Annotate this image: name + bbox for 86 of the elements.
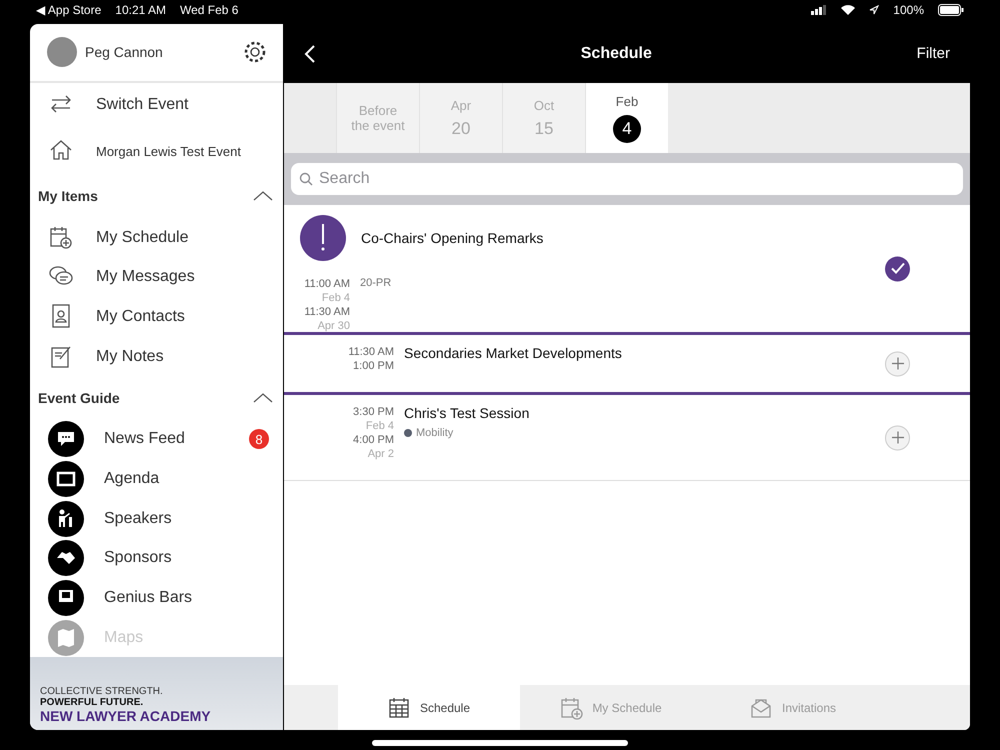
user-name: Peg Cannon [85, 44, 164, 60]
genius-icon [48, 580, 84, 616]
end-date: Apr 2 [368, 447, 394, 461]
menu-item[interactable]: My Contacts [30, 297, 283, 337]
menu-item[interactable]: My Schedule [30, 218, 283, 258]
filter-button[interactable]: Filter [916, 45, 950, 62]
date-tab-month: Oct [534, 98, 554, 112]
plus-icon [892, 358, 904, 370]
banner-title: NEW LAWYER ACADEMY [40, 708, 212, 724]
start-time: 11:30 AM [348, 345, 394, 359]
menu-item-label: Sponsors [104, 549, 173, 568]
location-icon [869, 5, 880, 15]
page-title: Schedule [580, 44, 653, 62]
menu-item-label: Agenda [104, 470, 160, 488]
menu-item[interactable]: Genius Bars [30, 578, 283, 618]
wifi-icon [841, 5, 856, 15]
agenda-icon [48, 460, 84, 497]
start-date: Feb 4 [322, 291, 350, 305]
search-field[interactable]: Search [291, 163, 963, 195]
date-tab-day: 4 [613, 114, 641, 142]
status-date: Wed Feb 6 [180, 3, 238, 17]
session-title: Secondaries Market Developments [404, 345, 623, 361]
session-row[interactable]: Co-Chairs' Opening Remarks 11:00 AM Feb 4 11:30 AM Apr 30 20-PR [284, 205, 970, 335]
date-tab-label: Before the event [351, 103, 405, 133]
back-to-app-link[interactable]: ◀ App Store [36, 3, 102, 17]
signal-icon [811, 5, 828, 15]
menu-item-label: News Feed [104, 430, 186, 448]
menu-item-label: Switch Event [96, 96, 190, 114]
menu-item-label: My Schedule [96, 228, 190, 247]
date-tab-day: 15 [534, 118, 554, 138]
plus-icon [892, 432, 904, 444]
start-time: 11:00 AM [304, 277, 350, 291]
add-button[interactable] [885, 425, 910, 450]
session-title: Chris's Test Session [404, 405, 530, 421]
search-icon [299, 172, 313, 186]
menu-item[interactable]: Switch Event [30, 82, 283, 128]
sponsors-icon [48, 540, 84, 576]
menu-item[interactable]: My Messages [30, 258, 283, 298]
banner-tagline: POWERFUL FUTURE. [40, 697, 144, 708]
session-location: 20-PR [360, 277, 392, 291]
battery-percentage: 100% [893, 3, 924, 17]
banner-tagline: COLLECTIVE STRENGTH. [40, 686, 164, 697]
check-icon [890, 262, 904, 274]
notification-badge: 8 [249, 429, 269, 450]
back-icon[interactable] [304, 44, 316, 64]
date-tab-month: Apr [450, 98, 472, 112]
menu-item[interactable]: News Feed 8 [30, 420, 283, 460]
calendar-add-icon [560, 696, 584, 720]
section-title: Event Guide [38, 390, 121, 406]
session-row[interactable]: 11:30 AM 1:00 PM Secondaries Market Developments [284, 335, 970, 395]
menu-item-label: My Contacts [96, 308, 186, 326]
menu-item-label: Speakers [104, 510, 173, 528]
added-check-button[interactable] [885, 256, 910, 281]
collapse-icon[interactable] [253, 191, 273, 202]
menu-item[interactable]: My Notes [30, 336, 283, 376]
end-date: Apr 30 [318, 319, 350, 333]
status-time: 10:21 AM [115, 3, 166, 17]
date-tab[interactable]: Feb 4 [585, 83, 668, 153]
menu-item[interactable]: Morgan Lewis Test Event [30, 128, 283, 175]
menu-item-label: Morgan Lewis Test Event [96, 144, 242, 159]
session-track: Mobility [404, 427, 454, 439]
date-tab-day: 20 [452, 118, 470, 138]
maps-icon [48, 620, 84, 656]
section-title: My Items [38, 188, 99, 204]
speakers-icon [48, 500, 84, 537]
menu-item-label: My Notes [96, 348, 165, 366]
settings-icon[interactable] [243, 40, 267, 64]
add-button[interactable] [885, 351, 910, 376]
bottom-tab[interactable]: Schedule [338, 685, 520, 730]
menu-item[interactable]: Sponsors [30, 538, 283, 578]
start-date: Feb 4 [366, 419, 394, 433]
battery-icon [938, 4, 964, 16]
news-icon [48, 421, 84, 458]
end-time: 4:00 PM [353, 433, 394, 447]
session-title: Co-Chairs' Opening Remarks [361, 230, 544, 246]
menu-item-label: My Messages [96, 268, 196, 286]
end-time: 11:30 AM [304, 305, 350, 319]
ad-banner[interactable]: COLLECTIVE STRENGTH. POWERFUL FUTURE. NEW LAWYER ACADEMY [30, 657, 283, 730]
menu-item[interactable]: Agenda [30, 459, 283, 499]
date-tab-month: Feb [616, 94, 638, 108]
start-time: 3:30 PM [353, 405, 394, 419]
menu-item-label: Genius Bars [104, 588, 194, 607]
collapse-icon[interactable] [253, 392, 273, 403]
menu-item[interactable]: Speakers [30, 498, 283, 538]
end-time: 1:00 PM [353, 359, 394, 373]
avatar [47, 37, 77, 68]
